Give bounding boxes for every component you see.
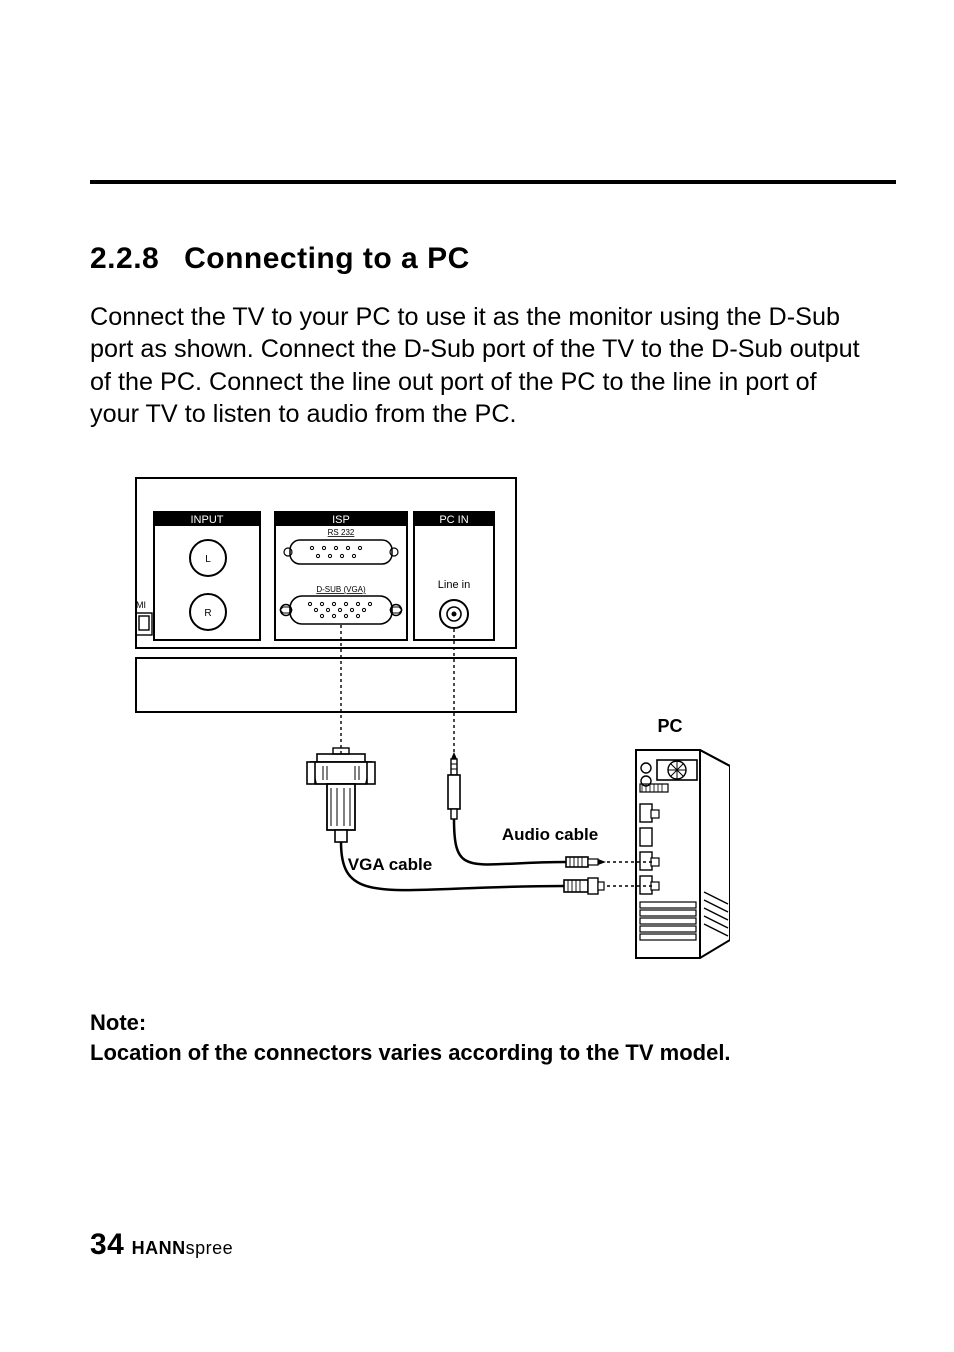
audio-cable-label: Audio cable: [502, 825, 598, 844]
section-number: 2.2.8: [90, 242, 159, 275]
audio-plug-pc-icon: [566, 857, 606, 867]
note-block: Note: Location of the connectors varies …: [90, 1008, 864, 1067]
pc-tower-icon: PC: [636, 716, 730, 958]
input-group: INPUT L R: [154, 512, 260, 640]
vga-cable-label: VGA cable: [348, 855, 432, 874]
footer: 34 HANNspree: [90, 1228, 233, 1262]
input-label: INPUT: [191, 514, 224, 526]
isp-label: ISP: [332, 514, 350, 526]
hdmi-fragment: MI: [136, 600, 152, 635]
vga-plug-pc-icon: [564, 878, 604, 894]
hdmi-side-label: MI: [136, 600, 146, 610]
pcin-label: PC IN: [439, 514, 468, 526]
page-number: 34: [90, 1228, 124, 1261]
note-lead: Note:: [90, 1008, 864, 1038]
vga-plug-icon: [307, 748, 375, 842]
dsub-label: D-SUB (VGA): [316, 585, 366, 594]
section-title: Connecting to a PC: [184, 242, 470, 275]
brand-bold: HANN: [132, 1238, 186, 1258]
body-paragraph: Connect the TV to your PC to use it as t…: [90, 301, 864, 430]
l-label: L: [205, 554, 211, 565]
top-rule: [90, 180, 896, 184]
note-text: Location of the connectors varies accord…: [90, 1038, 864, 1068]
pc-label: PC: [657, 716, 682, 736]
dsub-port-icon: [280, 596, 402, 624]
section-heading: 2.2.8 Connecting to a PC: [90, 242, 864, 276]
r-label: R: [204, 608, 211, 619]
rs232-label: RS 232: [328, 528, 355, 537]
isp-group: ISP RS 232 D-SUB (VGA): [275, 512, 407, 640]
linein-label: Line in: [438, 579, 470, 591]
brand-light: spree: [186, 1238, 234, 1258]
audio-plug-icon: [448, 752, 460, 819]
pcin-group: PC IN Line in: [414, 512, 494, 640]
line-in-jack-icon: [440, 600, 468, 628]
diagram: MI INPUT L R ISP RS 232 D-SUB (VGA): [90, 470, 864, 970]
